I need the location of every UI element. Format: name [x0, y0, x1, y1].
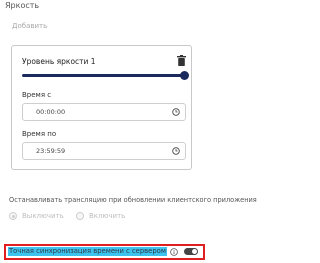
add-brightness-button[interactable]: Добавить [12, 22, 47, 30]
time-to-value: 23:59:59 [36, 147, 66, 155]
radio-on-label: Включить [89, 212, 126, 220]
sync-toggle-knob [192, 249, 197, 254]
clock-icon[interactable] [172, 147, 180, 155]
radio-off-label: Выключить [22, 212, 64, 220]
sync-toggle[interactable] [184, 248, 198, 255]
time-to-label: Время по [22, 130, 57, 138]
brightness-slider-track[interactable] [22, 74, 184, 77]
radio-off-option[interactable]: Выключить [9, 212, 64, 220]
time-from-value: 00:00:00 [36, 108, 66, 116]
info-icon[interactable] [170, 248, 178, 256]
time-to-input[interactable]: 23:59:59 [22, 142, 186, 160]
brightness-level-label: Уровень яркости 1 [22, 57, 96, 66]
brightness-level-card: Уровень яркости 1 Время с 00:00:00 Время… [11, 45, 192, 170]
time-from-input[interactable]: 00:00:00 [22, 103, 186, 121]
trash-icon[interactable] [177, 55, 186, 66]
time-from-label: Время с [22, 91, 52, 99]
stop-broadcast-label: Останавливать трансляцию при обновлении … [9, 196, 257, 204]
radio-off[interactable] [9, 212, 17, 220]
brightness-slider-thumb[interactable] [179, 71, 189, 80]
brightness-section-title: Яркость [5, 1, 40, 10]
radio-on[interactable] [76, 212, 84, 220]
clock-icon[interactable] [172, 108, 180, 116]
sync-label: Точная синхронизация времени с сервером [8, 247, 167, 256]
radio-on-option[interactable]: Включить [76, 212, 125, 220]
